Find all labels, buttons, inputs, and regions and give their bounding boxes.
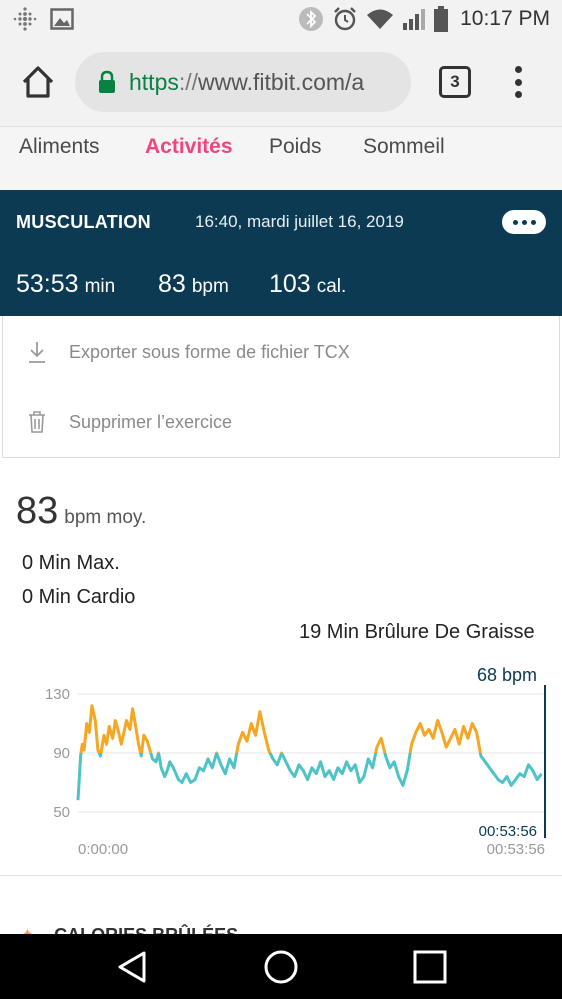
tab-switcher-button[interactable]: 3 xyxy=(439,66,471,98)
trash-icon xyxy=(29,411,45,433)
heart-rate-stat: 83 bpm xyxy=(158,270,229,298)
duration-stat: 53:53 min xyxy=(16,270,116,298)
x-start-label: 0:00:00 xyxy=(78,841,128,858)
wifi-icon xyxy=(366,7,394,31)
delete-exercise-option[interactable]: Supprimer l’exercice xyxy=(3,397,559,447)
battery-icon xyxy=(434,6,449,32)
more-options-button[interactable] xyxy=(502,210,546,234)
fitbit-icon xyxy=(12,6,38,32)
y-tick-label: 130 xyxy=(45,686,70,703)
tab-aliments[interactable]: Aliments xyxy=(19,135,100,159)
zone-max: 0 Min Max. xyxy=(22,552,120,574)
status-time: 10:17 PM xyxy=(460,7,550,30)
dot-icon xyxy=(514,78,522,86)
exercise-datetime: 16:40, mardi juillet 16, 2019 xyxy=(195,212,404,231)
delete-exercise-label: Supprimer l’exercice xyxy=(69,411,233,432)
exercise-options-menu: Exporter sous forme de fichier TCX Suppr… xyxy=(2,316,560,458)
dot-icon xyxy=(530,219,536,225)
signal-icon xyxy=(402,7,426,31)
category-tabs: Aliments Activités Poids Sommeil xyxy=(0,126,562,190)
url-text: https://www.fitbit.com/a xyxy=(129,68,365,95)
home-nav-button[interactable] xyxy=(263,949,299,985)
exercise-header: MUSCULATION 16:40, mardi juillet 16, 201… xyxy=(0,190,562,316)
alarm-icon xyxy=(332,6,358,32)
export-tcx-option[interactable]: Exporter sous forme de fichier TCX xyxy=(3,327,559,377)
address-bar[interactable]: https://www.fitbit.com/a xyxy=(75,52,411,112)
calories-stat: 103 cal. xyxy=(269,270,347,298)
heart-rate-chart[interactable]: 130 90 50 68 bpm 00:53:56 0:00:00 00:53:… xyxy=(0,650,562,872)
dot-icon xyxy=(514,66,522,73)
recents-button[interactable] xyxy=(412,949,448,985)
home-icon xyxy=(22,66,54,98)
exercise-type: MUSCULATION xyxy=(16,212,151,232)
home-button[interactable] xyxy=(18,62,58,102)
section-divider xyxy=(0,875,562,876)
status-bar: 10:17 PM xyxy=(0,0,562,38)
export-tcx-label: Exporter sous forme de fichier TCX xyxy=(69,341,350,362)
tab-poids[interactable]: Poids xyxy=(269,135,322,159)
gallery-icon xyxy=(50,7,74,31)
x-end-label: 00:53:56 xyxy=(487,841,545,858)
zone-fat-burn: 19 Min Brûlure De Graisse xyxy=(299,621,535,643)
tab-sommeil[interactable]: Sommeil xyxy=(363,135,445,159)
dot-icon xyxy=(521,219,527,225)
cursor-value: 68 bpm xyxy=(477,665,537,685)
bluetooth-icon xyxy=(298,6,324,32)
average-heart-rate: 83 bpm moy. xyxy=(16,490,147,532)
tab-activites[interactable]: Activités xyxy=(145,135,233,159)
back-button[interactable] xyxy=(114,949,150,985)
cursor-time: 00:53:56 xyxy=(479,823,537,840)
y-tick-label: 50 xyxy=(53,804,70,821)
download-icon xyxy=(29,342,45,363)
zone-cardio: 0 Min Cardio xyxy=(22,586,136,608)
dot-icon xyxy=(512,219,518,225)
dot-icon xyxy=(514,91,522,98)
overflow-menu-button[interactable] xyxy=(508,62,528,102)
android-nav-bar xyxy=(0,934,562,999)
browser-toolbar: https://www.fitbit.com/a 3 xyxy=(0,38,562,126)
lock-icon xyxy=(99,70,115,93)
y-tick-label: 90 xyxy=(53,745,70,762)
